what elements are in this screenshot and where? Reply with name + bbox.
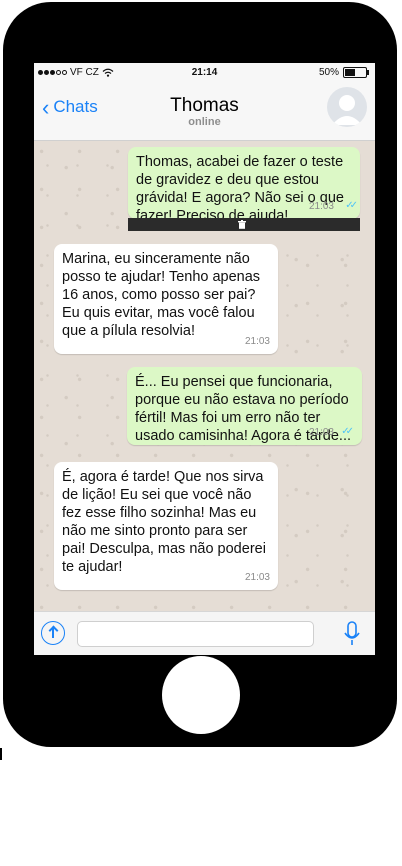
read-ticks-icon: ✓✓ <box>341 426 354 437</box>
message-input-bar <box>34 611 375 655</box>
message-input[interactable] <box>77 621 314 647</box>
contact-status: online <box>188 116 221 128</box>
battery-percent: 50% <box>318 67 339 78</box>
message-action-bar <box>128 218 360 231</box>
status-bar: VF CZ 21:14 50% <box>34 63 375 83</box>
avatar-icon[interactable] <box>327 87 367 127</box>
message-text: É, agora é tarde! Que nos sirva de lição… <box>62 469 266 575</box>
battery-group: 50% <box>318 67 369 78</box>
phone-frame-edge <box>0 748 2 760</box>
message-bubble-outgoing[interactable]: Thomas, acabei de fazer o teste de gravi… <box>128 147 360 224</box>
message-time: 21:03 <box>308 201 334 212</box>
trash-icon[interactable] <box>238 220 246 229</box>
battery-icon <box>343 67 369 78</box>
upload-icon[interactable] <box>41 621 65 645</box>
message-time: 21:03 <box>308 427 334 438</box>
chat-header: ‹ Chats Thomas online <box>34 83 375 141</box>
message-text: Marina, eu sinceramente não posso te aju… <box>62 251 261 339</box>
read-ticks-icon: ✓✓ <box>345 200 358 211</box>
message-bubble-incoming[interactable]: Marina, eu sinceramente não posso te aju… <box>54 244 278 354</box>
chat-screen: VF CZ 21:14 50% ‹ Chats Thomas online Th… <box>34 63 375 655</box>
message-bubble-incoming[interactable]: É, agora é tarde! Que nos sirva de lição… <box>54 462 278 590</box>
message-time: 21:03 <box>244 336 270 347</box>
contact-name[interactable]: Thomas <box>34 95 375 117</box>
message-time: 21:03 <box>244 572 270 583</box>
microphone-icon[interactable] <box>343 621 361 647</box>
message-bubble-outgoing[interactable]: É... Eu pensei que funcionaria, porque e… <box>127 367 362 445</box>
home-button[interactable] <box>162 656 240 734</box>
